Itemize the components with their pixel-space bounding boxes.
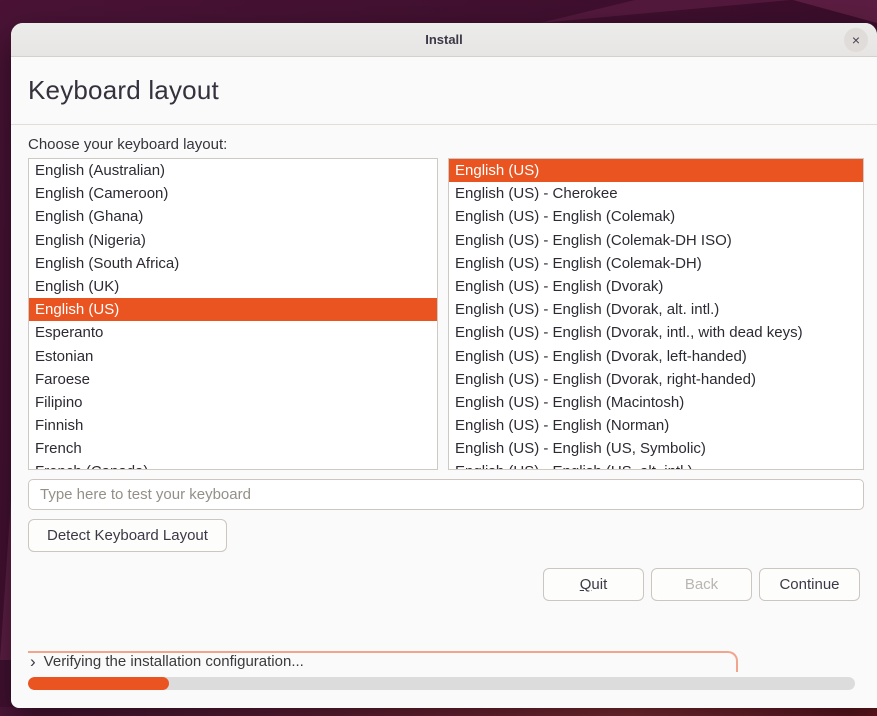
list-item[interactable]: French — [29, 437, 437, 460]
list-item[interactable]: Esperanto — [29, 321, 437, 344]
page-header: Keyboard layout — [11, 57, 877, 124]
list-item[interactable]: English (US) - English (Dvorak, alt. int… — [449, 298, 863, 321]
page-title: Keyboard layout — [28, 75, 219, 106]
list-item[interactable]: English (US) - English (Macintosh) — [449, 391, 863, 414]
close-icon: × — [852, 32, 860, 48]
progress-fill — [28, 677, 169, 690]
choose-keyboard-label: Choose your keyboard layout: — [28, 136, 864, 153]
list-item[interactable]: English (Ghana) — [29, 205, 437, 228]
list-item[interactable]: English (South Africa) — [29, 252, 437, 275]
continue-button[interactable]: Continue — [759, 568, 860, 601]
list-item[interactable]: Faroese — [29, 368, 437, 391]
window-title: Install — [425, 32, 463, 47]
desktop-background: Install × Keyboard layout Choose your ke… — [0, 0, 877, 716]
status-row: › Verifying the installation configurati… — [30, 653, 304, 670]
detect-keyboard-layout-button[interactable]: Detect Keyboard Layout — [28, 519, 227, 552]
expander-chevron-right-icon[interactable]: › — [30, 653, 36, 670]
list-item[interactable]: Filipino — [29, 391, 437, 414]
list-item[interactable]: English (US) - English (Colemak) — [449, 205, 863, 228]
quit-button[interactable]: Quit — [543, 568, 644, 601]
back-button-label: Back — [685, 576, 718, 593]
quit-button-label: Quit — [550, 576, 637, 593]
keyboard-lists: English (Australian)English (Cameroon)En… — [28, 158, 864, 470]
close-button[interactable]: × — [844, 28, 868, 52]
back-button[interactable]: Back — [651, 568, 752, 601]
list-item[interactable]: English (Cameroon) — [29, 182, 437, 205]
list-item[interactable]: Finnish — [29, 414, 437, 437]
wallpaper-facet — [540, 0, 790, 23]
list-item[interactable]: English (Nigeria) — [29, 229, 437, 252]
main-content: Choose your keyboard layout: English (Au… — [11, 125, 877, 708]
list-item[interactable]: English (US) — [29, 298, 437, 321]
wallpaper-facet — [0, 707, 877, 716]
list-item[interactable]: English (US) - English (US, Symbolic) — [449, 437, 863, 460]
list-item[interactable]: English (US) - English (Dvorak) — [449, 275, 863, 298]
keyboard-variant-list[interactable]: English (US)English (US) - CherokeeEngli… — [448, 158, 864, 470]
action-button-row: Quit Back Continue — [28, 568, 864, 601]
progress-bar — [28, 677, 855, 690]
continue-button-label: Continue — [779, 576, 839, 593]
installer-window: Install × Keyboard layout Choose your ke… — [11, 23, 877, 708]
list-item[interactable]: English (US) - English (Dvorak, left-han… — [449, 345, 863, 368]
list-item[interactable]: English (Australian) — [29, 159, 437, 182]
list-item[interactable]: English (UK) — [29, 275, 437, 298]
list-item[interactable]: English (US) - English (Colemak-DH) — [449, 252, 863, 275]
wallpaper-facet — [0, 430, 11, 660]
status-message: Verifying the installation configuration… — [44, 653, 304, 670]
list-item[interactable]: English (US) - English (Dvorak, right-ha… — [449, 368, 863, 391]
list-item[interactable]: English (US) - English (Dvorak, intl., w… — [449, 321, 863, 344]
keyboard-layout-list[interactable]: English (Australian)English (Cameroon)En… — [28, 158, 438, 470]
list-item[interactable]: English (US) - English (US, alt. intl.) — [449, 460, 863, 470]
list-item[interactable]: French (Canada) — [29, 460, 437, 470]
wallpaper-facet — [757, 0, 877, 23]
list-item[interactable]: English (US) — [449, 159, 863, 182]
list-item[interactable]: English (US) - English (Norman) — [449, 414, 863, 437]
list-item[interactable]: English (US) - Cherokee — [449, 182, 863, 205]
list-item[interactable]: English (US) - English (Colemak-DH ISO) — [449, 229, 863, 252]
list-item[interactable]: Estonian — [29, 345, 437, 368]
titlebar[interactable]: Install × — [11, 23, 877, 57]
keyboard-test-input[interactable] — [28, 479, 864, 510]
